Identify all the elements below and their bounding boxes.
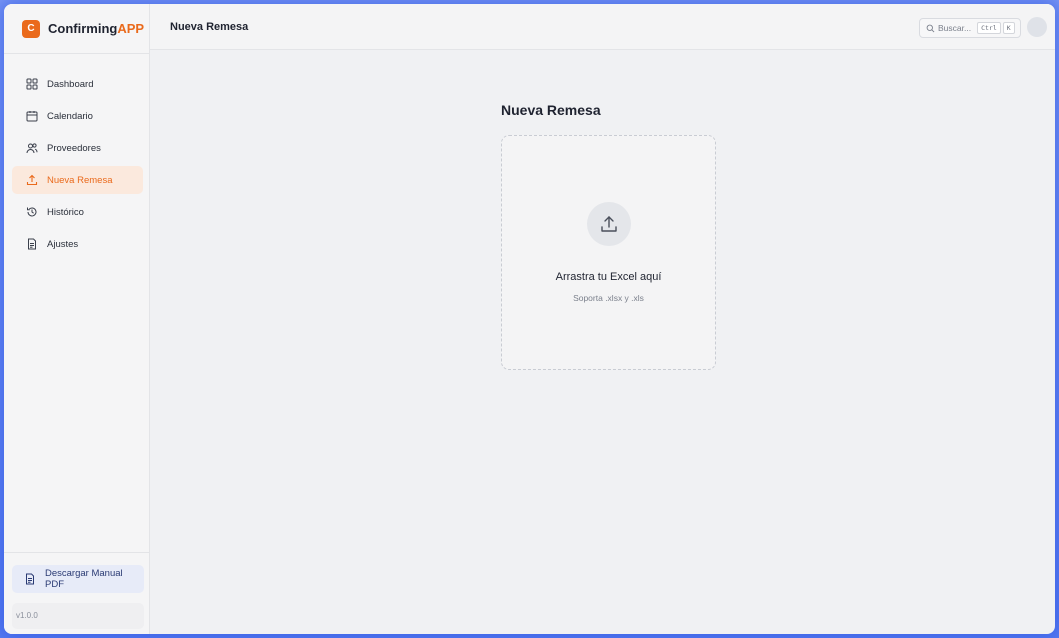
sidebar-item-ajustes[interactable]: Ajustes (12, 230, 143, 258)
sidebar-item-label: Nueva Remesa (47, 174, 113, 186)
sidebar-item-label: Dashboard (47, 78, 94, 90)
window-frame: C ConfirmingAPP Dashboard Calendario Pro… (0, 0, 1059, 638)
shortcut-key-k: K (1002, 22, 1015, 34)
dropzone-subtitle: Soporta .xlsx y .xls (573, 293, 644, 303)
page-title: Nueva Remesa (170, 20, 249, 33)
download-manual-button[interactable]: Descargar Manual PDF (12, 565, 144, 593)
topbar: Nueva Remesa Buscar... Ctrl K (150, 4, 1055, 50)
sidebar-footer: Descargar Manual PDF v1.0.0 (4, 552, 150, 634)
sidebar-item-calendario[interactable]: Calendario (12, 102, 143, 130)
search-input[interactable]: Buscar... Ctrl K (919, 18, 1021, 38)
version-label: v1.0.0 (12, 603, 144, 629)
users-icon (26, 142, 38, 154)
sidebar: C ConfirmingAPP Dashboard Calendario Pro… (4, 4, 150, 634)
upload-icon (26, 174, 38, 186)
sidebar-nav: Dashboard Calendario Proveedores Nueva R… (4, 54, 149, 258)
search-placeholder: Buscar... (938, 23, 972, 33)
grid-icon (26, 78, 38, 90)
brand[interactable]: C ConfirmingAPP (4, 4, 149, 54)
brand-name: ConfirmingAPP (48, 21, 144, 36)
sidebar-item-label: Calendario (47, 110, 93, 122)
sidebar-item-nueva-remesa[interactable]: Nueva Remesa (12, 166, 143, 194)
sidebar-item-historico[interactable]: Histórico (12, 198, 143, 226)
main-heading: Nueva Remesa (501, 102, 601, 118)
app-window: C ConfirmingAPP Dashboard Calendario Pro… (4, 4, 1055, 634)
sidebar-item-proveedores[interactable]: Proveedores (12, 134, 143, 162)
avatar[interactable] (1027, 17, 1047, 37)
search-icon (926, 24, 935, 32)
file-dropzone[interactable]: Arrastra tu Excel aquí Soporta .xlsx y .… (501, 135, 716, 370)
download-manual-label: Descargar Manual PDF (45, 568, 123, 590)
sidebar-item-label: Ajustes (47, 238, 79, 250)
brand-name-accent: APP (117, 21, 145, 36)
document-icon (26, 238, 38, 250)
sidebar-item-label: Proveedores (47, 142, 101, 154)
history-icon (26, 206, 38, 218)
dropzone-title: Arrastra tu Excel aquí (555, 271, 662, 283)
brand-logo: C (22, 19, 40, 38)
upload-icon (587, 202, 631, 246)
document-icon (24, 573, 36, 585)
shortcut-key-ctrl: Ctrl (977, 22, 1001, 34)
brand-name-main: Confirming (48, 21, 118, 36)
sidebar-item-dashboard[interactable]: Dashboard (12, 70, 143, 98)
sidebar-item-label: Histórico (47, 206, 84, 218)
calendar-icon (26, 110, 38, 122)
